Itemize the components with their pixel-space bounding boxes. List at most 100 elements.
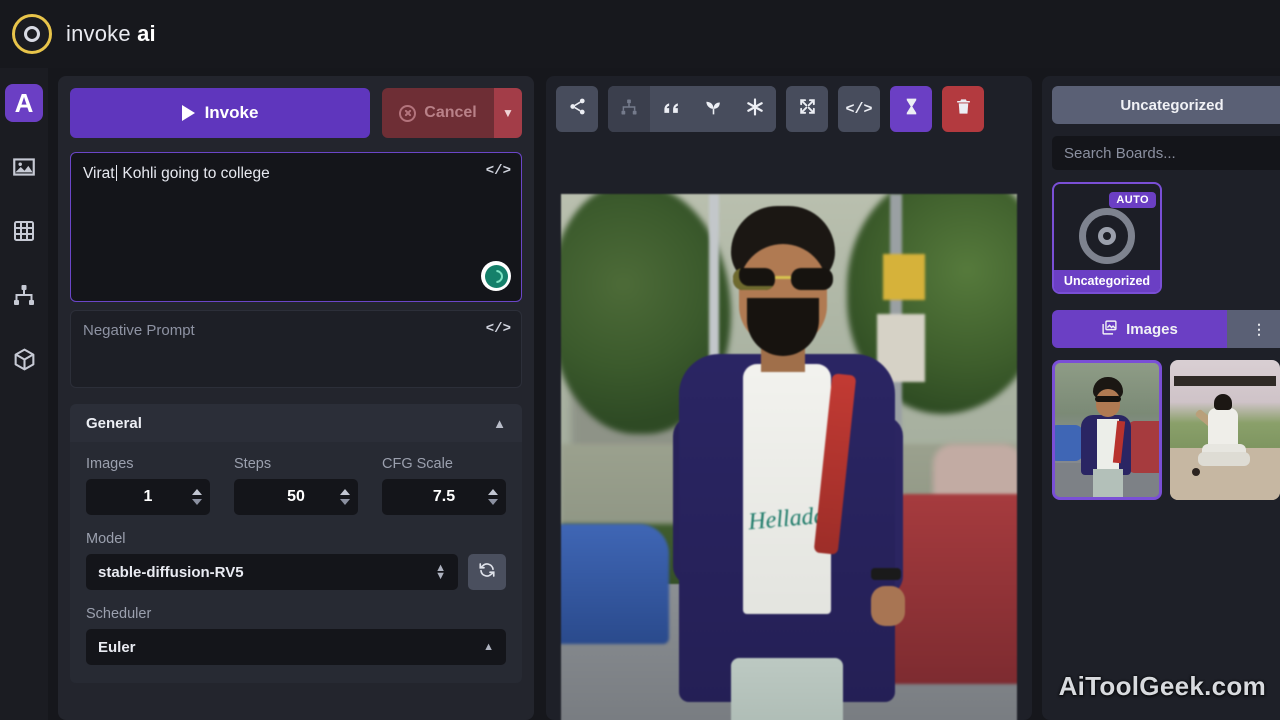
delete-image-button[interactable] (942, 86, 984, 132)
positive-prompt-input[interactable]: Virat Kohli going to college </> (70, 152, 522, 302)
metadata-actions-group (608, 86, 776, 132)
quote-icon (662, 97, 681, 121)
cfg-scale-stepper[interactable] (488, 483, 498, 511)
board-card-uncategorized[interactable]: AUTO Uncategorized (1052, 182, 1162, 294)
cancel-circle-icon (399, 105, 416, 122)
brand-suffix: ai (137, 21, 156, 46)
thumb2-head (1214, 394, 1232, 410)
search-boards-placeholder: Search Boards... (1064, 145, 1176, 162)
sidebar-item-unified-canvas[interactable] (5, 212, 43, 250)
stepper-up-icon[interactable] (340, 489, 350, 495)
code-icon: </> (845, 101, 872, 118)
sidebar-item-text-to-image[interactable]: A (5, 84, 43, 122)
invoke-controls-row: Invoke Cancel ▼ (70, 88, 522, 138)
field-label: Steps (234, 456, 358, 472)
field-cfg-scale: CFG Scale 7.5 (382, 456, 506, 515)
share-button[interactable] (556, 86, 598, 132)
stepper-down-icon[interactable] (192, 499, 202, 505)
stepper-up-icon[interactable] (488, 489, 498, 495)
thumb2-ball (1192, 468, 1200, 476)
use-seed-button[interactable] (692, 86, 734, 132)
refresh-models-button[interactable] (468, 554, 506, 590)
expand-image-button[interactable] (786, 86, 828, 132)
field-steps: Steps 50 (234, 456, 358, 515)
gallery-thumbnail-2[interactable] (1170, 360, 1280, 500)
gallery-tabs: Images ⋮ (1052, 310, 1280, 348)
viewer-toolbar: </> (556, 86, 1022, 132)
photo-lens-left (733, 268, 775, 290)
image-icon (11, 154, 37, 180)
scheduler-select[interactable]: Euler ▲ (86, 629, 506, 665)
cancel-button[interactable]: Cancel (382, 88, 494, 138)
invoke-button[interactable]: Invoke (70, 88, 370, 138)
grammarly-badge-icon[interactable] (481, 261, 511, 291)
grammarly-arc (487, 267, 505, 285)
field-label: Images (86, 456, 210, 472)
top-bar: invoke ai (0, 0, 1280, 68)
brand-prefix: invoke (66, 21, 131, 46)
images-input[interactable]: 1 (86, 479, 210, 515)
tab-images-label: Images (1126, 321, 1178, 338)
model-select[interactable]: stable-diffusion-RV5 ▲▼ (86, 554, 458, 590)
thumb1-blue-car (1052, 425, 1083, 461)
left-nav-rail: A (0, 68, 48, 720)
chevron-up-icon: ▲ (493, 416, 506, 431)
seedling-icon (704, 97, 723, 121)
stepper-down-icon[interactable] (340, 499, 350, 505)
share-icon (568, 97, 587, 121)
sidebar-item-model-manager[interactable] (5, 340, 43, 378)
use-prompt-button[interactable] (650, 86, 692, 132)
invoke-button-label: Invoke (205, 103, 259, 123)
tab-images[interactable]: Images (1052, 310, 1227, 348)
expand-arrows-icon (798, 97, 817, 121)
cancel-button-label: Cancel (424, 104, 476, 122)
send-to-nodes-button[interactable] (608, 86, 650, 132)
negative-prompt-input[interactable]: Negative Prompt </> (70, 310, 522, 388)
numeric-fields-row: Images 1 Steps 50 (86, 456, 506, 515)
photo-person: Hellada (673, 206, 903, 720)
cfg-scale-input[interactable]: 7.5 (382, 479, 506, 515)
progress-button[interactable] (890, 86, 932, 132)
tab-assets[interactable]: ⋮ (1227, 310, 1280, 348)
sidebar-item-node-editor[interactable] (5, 276, 43, 314)
use-all-parameters-button[interactable] (734, 86, 776, 132)
nodes-icon (620, 98, 638, 121)
general-accordion-header[interactable]: General ▲ (70, 404, 522, 442)
invoke-logo-ring-icon (12, 14, 52, 54)
thumb1-sunglasses (1095, 396, 1121, 402)
letter-a-icon: A (15, 90, 34, 116)
gallery-thumbnail-1[interactable] (1052, 360, 1162, 500)
cancel-options-button[interactable]: ▼ (494, 88, 522, 138)
code-icon[interactable]: </> (486, 163, 511, 179)
refresh-icon (478, 561, 496, 584)
photo-light-pants (731, 658, 843, 720)
scheduler-label: Scheduler (86, 606, 506, 622)
code-icon[interactable]: </> (486, 321, 511, 337)
images-stepper[interactable] (192, 483, 202, 511)
scheduler-value: Euler (98, 639, 136, 656)
trash-icon (954, 97, 973, 121)
steps-stepper[interactable] (340, 483, 350, 511)
search-boards-input[interactable]: Search Boards... (1052, 136, 1280, 170)
steps-input[interactable]: 50 (234, 479, 358, 515)
model-value: stable-diffusion-RV5 (98, 564, 244, 581)
photo-sunglasses (733, 268, 833, 290)
asterisk-icon (745, 97, 765, 122)
board-header-button[interactable]: Uncategorized (1052, 86, 1280, 124)
text-cursor (116, 165, 118, 181)
board-header-label: Uncategorized (1120, 97, 1223, 114)
generated-image[interactable]: Hellada (561, 194, 1017, 720)
stepper-up-icon[interactable] (192, 489, 202, 495)
stepper-down-icon[interactable] (488, 499, 498, 505)
chevron-up-icon: ▲ (483, 643, 494, 651)
grammarly-inner-circle (485, 265, 508, 288)
photo-lens-right (791, 268, 833, 290)
app-brand: invoke ai (66, 21, 156, 47)
metadata-button[interactable]: </> (838, 86, 880, 132)
sidebar-item-image-to-image[interactable] (5, 148, 43, 186)
negative-prompt-placeholder: Negative Prompt (83, 322, 195, 339)
photo-white-shirt (743, 364, 831, 614)
thumb1-red-car (1127, 421, 1162, 473)
nodes-icon (12, 283, 36, 307)
gallery-panel: Uncategorized Search Boards... AUTO Unca… (1042, 76, 1280, 720)
